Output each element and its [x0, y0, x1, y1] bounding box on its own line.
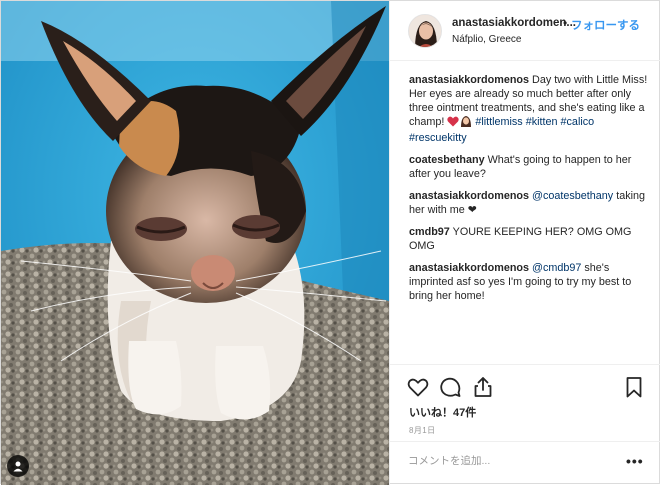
comment-item: coatesbethany What's going to happen to … — [409, 153, 649, 181]
hashtag-calico[interactable]: #calico — [561, 116, 595, 128]
hashtag-kitten[interactable]: #kitten — [526, 116, 558, 128]
comment-icon[interactable] — [438, 375, 462, 399]
add-comment-bar: ••• — [390, 441, 660, 485]
comment-username[interactable]: cmdb97 — [409, 226, 450, 238]
heart-eyes-emoji-icon — [447, 116, 460, 131]
post-details-panel: anastasiakkordomen... • フォローする Náfplio, … — [389, 1, 660, 485]
kitten-photo-image — [1, 1, 389, 485]
bookmark-icon[interactable] — [622, 375, 646, 399]
action-bar — [390, 364, 660, 404]
comment-mention[interactable]: @coatesbethany — [532, 190, 613, 202]
hashtag-rescuekitty[interactable]: #rescuekitty — [409, 132, 467, 144]
hashtag-littlemiss[interactable]: #littlemiss — [475, 116, 522, 128]
post-photo[interactable] — [1, 1, 389, 485]
comment-mention[interactable]: @cmdb97 — [532, 262, 581, 274]
heart-icon[interactable] — [406, 375, 430, 399]
post-location[interactable]: Náfplio, Greece — [452, 34, 521, 45]
share-icon[interactable] — [471, 375, 495, 399]
comment-username[interactable]: coatesbethany — [409, 154, 485, 166]
woman-emoji-icon — [460, 115, 472, 131]
comment-username[interactable]: anastasiakkordomenos — [409, 190, 529, 202]
author-avatar[interactable] — [408, 14, 442, 48]
more-options-button[interactable]: ••• — [626, 454, 644, 468]
comment-item: anastasiakkordomenos @coatesbethany taki… — [409, 189, 649, 217]
post-date[interactable]: 8月1日 — [409, 425, 436, 436]
comments-list: anastasiakkordomenos Day two with Little… — [409, 73, 649, 311]
follow-button[interactable]: フォローする — [571, 17, 640, 33]
header-separator: • — [563, 16, 568, 30]
comment-item: cmdb97 YOURE KEEPING HER? OMG OMG OMG — [409, 225, 649, 253]
caption: anastasiakkordomenos Day two with Little… — [409, 73, 649, 145]
caption-username[interactable]: anastasiakkordomenos — [409, 74, 529, 86]
add-comment-input[interactable] — [408, 455, 608, 467]
instagram-post: anastasiakkordomen... • フォローする Náfplio, … — [0, 0, 660, 485]
post-header: anastasiakkordomen... • フォローする Náfplio, … — [390, 1, 660, 61]
likes-count[interactable]: いいね！47件 — [409, 404, 476, 420]
comment-username[interactable]: anastasiakkordomenos — [409, 262, 529, 274]
comment-item: anastasiakkordomenos @cmdb97 she's impri… — [409, 261, 649, 303]
person-tag-icon[interactable] — [7, 455, 29, 477]
author-username[interactable]: anastasiakkordomen... — [452, 17, 576, 29]
